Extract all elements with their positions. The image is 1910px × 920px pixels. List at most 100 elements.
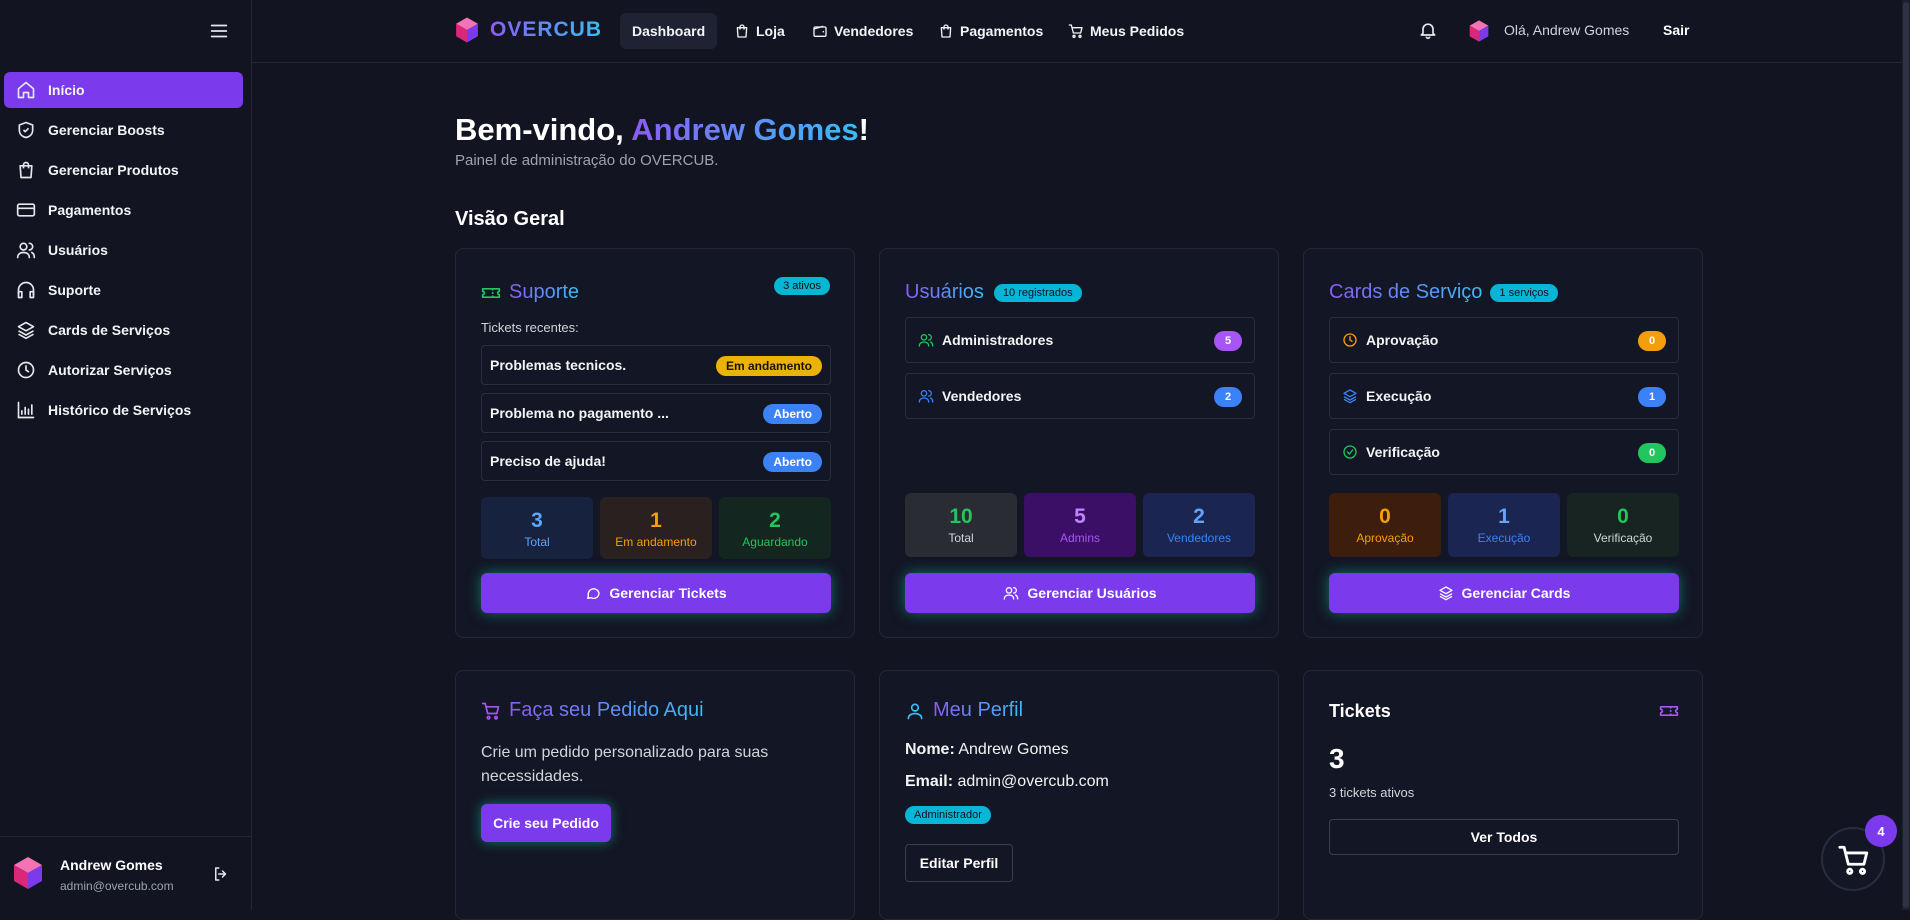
stat-admins: 5 Admins	[1024, 493, 1136, 557]
sidebar-item-label: Cards de Serviços	[48, 322, 171, 338]
sidebar-item-pagamentos[interactable]: Pagamentos	[4, 192, 243, 228]
menu-icon[interactable]	[208, 20, 230, 42]
logout-icon[interactable]	[212, 865, 230, 883]
row-label: Verificação	[1366, 444, 1440, 460]
credit-card-icon	[16, 200, 36, 220]
logout-button[interactable]: Sair	[1663, 22, 1689, 38]
bell-icon[interactable]	[1418, 20, 1438, 40]
count-badge: 0	[1638, 331, 1666, 351]
users-icon	[918, 388, 934, 404]
sidebar-item-historico-de-servicos[interactable]: Histórico de Serviços	[4, 392, 243, 428]
row-label: Vendedores	[942, 388, 1022, 404]
row-label: Administradores	[942, 332, 1054, 348]
cart-icon	[1837, 843, 1871, 877]
stat-value: 1	[1498, 505, 1510, 528]
clock-icon	[1342, 332, 1358, 348]
status-badge: 1 serviços	[1490, 283, 1558, 302]
welcome-prefix: Bem-vindo,	[455, 112, 632, 147]
sidebar-item-cards-de-servicos[interactable]: Cards de Serviços	[4, 312, 243, 348]
section-title: Visão Geral	[455, 208, 565, 230]
sidebar-item-suporte[interactable]: Suporte	[4, 272, 243, 308]
sellers-row[interactable]: Vendedores 2	[905, 373, 1255, 419]
sidebar-user-name: Andrew Gomes	[60, 857, 163, 873]
execution-row[interactable]: Execução 1	[1329, 373, 1679, 419]
approval-row[interactable]: Aprovação 0	[1329, 317, 1679, 363]
user-icon	[905, 701, 925, 721]
welcome-suffix: !	[858, 112, 869, 147]
page-title: Bem-vindo, Andrew Gomes!	[455, 112, 869, 148]
welcome-name: Andrew Gomes	[631, 112, 859, 147]
stat-label: Total	[948, 531, 974, 545]
layers-icon	[1438, 585, 1454, 601]
shopping-bag-icon	[734, 23, 750, 39]
shopping-bag-icon	[938, 23, 954, 39]
view-all-button[interactable]: Ver Todos	[1329, 819, 1679, 855]
topnav-loja[interactable]: Loja	[722, 13, 797, 49]
avatar[interactable]	[1468, 19, 1490, 43]
profile-card: Meu Perfil Nome: Andrew Gomes Email: adm…	[879, 670, 1279, 920]
shield-icon	[16, 120, 36, 140]
shopping-bag-icon	[16, 160, 36, 180]
scrollbar[interactable]	[1902, 0, 1910, 910]
check-circle-icon	[1342, 444, 1358, 460]
stat-value: 3	[531, 509, 543, 532]
sidebar-item-label: Gerenciar Boosts	[48, 122, 165, 138]
manage-cards-button[interactable]: Gerenciar Cards	[1329, 573, 1679, 613]
stat-execucao: 1 Execução	[1448, 493, 1560, 557]
edit-profile-button[interactable]: Editar Perfil	[905, 844, 1013, 882]
profile-card-title: Meu Perfil	[905, 699, 1023, 722]
sidebar-nav: Início Gerenciar Boosts Gerenciar Produt…	[4, 72, 243, 432]
stat-label: Execução	[1477, 531, 1531, 545]
tickets-title: Tickets	[1329, 701, 1391, 721]
topnav-label: Pagamentos	[960, 23, 1044, 39]
users-title: Usuários	[905, 281, 984, 303]
topnav-label: Dashboard	[632, 23, 706, 39]
brand-logo[interactable]: OVERCUB	[454, 16, 602, 44]
status-badge: 3 ativos	[774, 277, 830, 295]
support-card: Suporte 3 ativos Tickets recentes: Probl…	[455, 248, 855, 638]
tickets-count: 3	[1329, 743, 1345, 774]
stat-value: 1	[650, 509, 662, 532]
support-card-title: Suporte	[481, 281, 579, 304]
profile-email: Email: admin@overcub.com	[905, 773, 1109, 791]
sidebar-item-gerenciar-produtos[interactable]: Gerenciar Produtos	[4, 152, 243, 188]
sidebar-item-label: Autorizar Serviços	[48, 362, 172, 378]
sidebar-item-gerenciar-boosts[interactable]: Gerenciar Boosts	[4, 112, 243, 148]
stat-total: 3 Total	[481, 497, 593, 559]
stat-value: 0	[1379, 505, 1391, 528]
sidebar-item-usuarios[interactable]: Usuários	[4, 232, 243, 268]
stat-value: 5	[1074, 505, 1086, 528]
sidebar-item-label: Usuários	[48, 242, 108, 258]
manage-tickets-button[interactable]: Gerenciar Tickets	[481, 573, 831, 613]
create-order-button[interactable]: Crie seu Pedido	[481, 804, 611, 842]
verification-row[interactable]: Verificação 0	[1329, 429, 1679, 475]
status-badge: Aberto	[763, 404, 822, 424]
ticket-row[interactable]: Problema no pagamento ... Aberto	[481, 393, 831, 433]
profile-name-value: Andrew Gomes	[958, 741, 1069, 758]
sidebar-item-label: Gerenciar Produtos	[48, 162, 179, 178]
sidebar-item-autorizar-servicos[interactable]: Autorizar Serviços	[4, 352, 243, 388]
topnav-meus-pedidos[interactable]: Meus Pedidos	[1056, 13, 1196, 49]
topnav-vendedores[interactable]: Vendedores	[800, 13, 925, 49]
sidebar-item-inicio[interactable]: Início	[4, 72, 243, 108]
sidebar-item-label: Início	[48, 82, 85, 98]
avatar	[12, 855, 44, 891]
profile-email-label: Email:	[905, 773, 954, 790]
stat-em-andamento: 1 Em andamento	[600, 497, 712, 559]
count-badge: 5	[1214, 331, 1242, 351]
stat-value: 0	[1617, 505, 1629, 528]
scrollbar-thumb[interactable]	[1903, 2, 1909, 908]
stat-label: Aprovação	[1356, 531, 1414, 545]
headphones-icon	[16, 280, 36, 300]
manage-users-button[interactable]: Gerenciar Usuários	[905, 573, 1255, 613]
ticket-icon	[481, 283, 501, 303]
ticket-row[interactable]: Problemas tecnicos. Em andamento	[481, 345, 831, 385]
status-badge: 10 registrados	[993, 283, 1082, 302]
layers-icon	[16, 320, 36, 340]
topnav-dashboard[interactable]: Dashboard	[620, 13, 718, 49]
recent-tickets-label: Tickets recentes:	[481, 320, 579, 335]
admins-row[interactable]: Administradores 5	[905, 317, 1255, 363]
topnav-pagamentos[interactable]: Pagamentos	[926, 13, 1055, 49]
stat-aprovacao: 0 Aprovação	[1329, 493, 1441, 557]
ticket-row[interactable]: Preciso de ajuda! Aberto	[481, 441, 831, 481]
